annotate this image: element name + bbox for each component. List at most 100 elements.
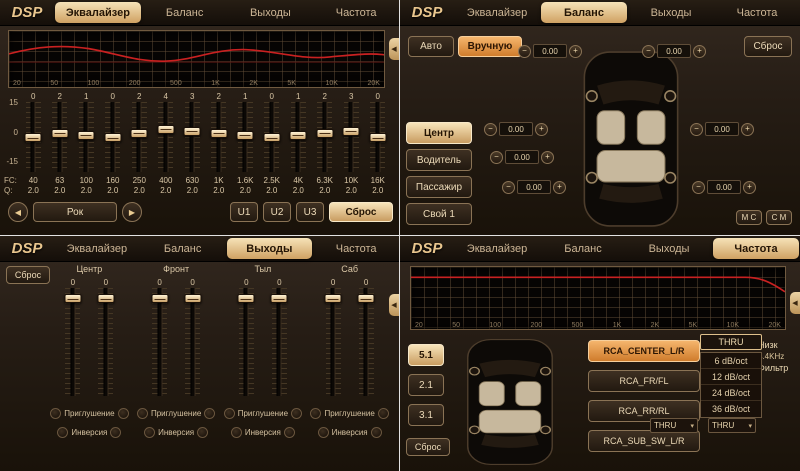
minus-button[interactable]: − [690,123,703,136]
band-slider-thumb[interactable] [184,127,201,136]
outputs-reset-button[interactable]: Сброс [6,266,50,284]
cm-button[interactable]: C M [766,210,792,225]
user-preset-button[interactable]: U2 [263,202,291,222]
band-slider-thumb[interactable] [343,127,360,136]
mute-toggle[interactable] [310,408,321,419]
freq-reset-button[interactable]: Сброс [406,438,450,456]
band-slider-track[interactable] [317,102,332,172]
plus-button[interactable]: + [553,181,566,194]
output-slider-thumb[interactable] [358,294,375,303]
tab[interactable]: Баланс [540,236,626,261]
tab[interactable]: Выходы [227,238,313,259]
band-slider-thumb[interactable] [157,125,174,134]
rca-channel-button[interactable]: RCA_SUB_SW_L/R [588,430,700,452]
tab[interactable]: Эквалайзер [454,0,540,25]
tab[interactable]: Эквалайзер [55,2,141,23]
slope-option[interactable]: 6 dB/oct [701,353,761,369]
position-button[interactable]: Пассажир [406,176,472,198]
output-slider-thumb[interactable] [184,294,201,303]
slope-option[interactable]: 36 dB/oct [701,401,761,417]
output-slider-track[interactable] [152,288,167,396]
band-slider-thumb[interactable] [25,133,42,142]
manual-button[interactable]: Вручную [458,36,522,57]
position-button[interactable]: Водитель [406,149,472,171]
band-slider-thumb[interactable] [131,129,148,138]
tab[interactable]: Частота [313,236,399,261]
mode-button[interactable]: 3.1 [408,404,444,426]
slope-select[interactable]: THRU ▾ [650,418,698,433]
inversion-toggle[interactable] [371,427,382,438]
rca-channel-button[interactable]: RCA_CENTER_L/R [588,340,700,362]
preset-button[interactable]: Рок [33,202,117,222]
auto-button[interactable]: Авто [408,36,454,57]
output-slider-track[interactable] [359,288,374,396]
user-preset-button[interactable]: U3 [296,202,324,222]
output-slider-track[interactable] [239,288,254,396]
band-slider-track[interactable] [132,102,147,172]
plus-button[interactable]: + [541,151,554,164]
mode-button[interactable]: 2.1 [408,374,444,396]
band-slider-thumb[interactable] [104,133,121,142]
minus-button[interactable]: − [484,123,497,136]
position-button[interactable]: Центр [406,122,472,144]
eq-reset-button[interactable]: Сброс [329,202,393,222]
band-slider-track[interactable] [370,102,385,172]
minus-button[interactable]: − [502,181,515,194]
rca-channel-button[interactable]: RCA_FR/FL [588,370,700,392]
band-slider-track[interactable] [52,102,67,172]
position-button[interactable]: Свой 1 [406,203,472,225]
inversion-toggle[interactable] [197,427,208,438]
tab[interactable]: Выходы [628,0,714,25]
output-slider-track[interactable] [272,288,287,396]
mute-toggle[interactable] [118,408,129,419]
band-slider-thumb[interactable] [369,133,386,142]
plus-button[interactable]: + [743,181,756,194]
tab[interactable]: Выходы [626,236,712,261]
tab[interactable]: Частота [714,0,800,25]
band-slider-thumb[interactable] [51,129,68,138]
tab[interactable]: Баланс [142,0,228,25]
inversion-toggle[interactable] [57,427,68,438]
plus-button[interactable]: + [693,45,706,58]
inversion-toggle[interactable] [231,427,242,438]
minus-button[interactable]: − [692,181,705,194]
output-slider-track[interactable] [65,288,80,396]
output-slider-thumb[interactable] [151,294,168,303]
mc-button[interactable]: M C [736,210,762,225]
tab[interactable]: Баланс [140,236,226,261]
mute-toggle[interactable] [291,408,302,419]
preset-next-button[interactable]: ▶ [122,202,142,222]
output-slider-thumb[interactable] [238,294,255,303]
band-slider-thumb[interactable] [290,131,307,140]
plus-button[interactable]: + [569,45,582,58]
inversion-toggle[interactable] [284,427,295,438]
band-slider-track[interactable] [79,102,94,172]
mute-toggle[interactable] [204,408,215,419]
slope-option[interactable]: 12 dB/oct [701,369,761,385]
tab[interactable]: Частота [313,0,399,25]
mute-toggle[interactable] [137,408,148,419]
mode-button[interactable]: 5.1 [408,344,444,366]
output-slider-thumb[interactable] [64,294,81,303]
output-slider-track[interactable] [185,288,200,396]
band-slider-track[interactable] [26,102,41,172]
tab[interactable]: Эквалайзер [454,236,540,261]
mute-toggle[interactable] [224,408,235,419]
slope-dropdown-selected[interactable]: THRU [700,334,762,350]
inversion-toggle[interactable] [144,427,155,438]
mute-toggle[interactable] [50,408,61,419]
tab[interactable]: Эквалайзер [54,236,140,261]
slope-option[interactable]: 24 dB/oct [701,385,761,401]
band-slider-track[interactable] [264,102,279,172]
output-slider-track[interactable] [326,288,341,396]
drawer-handle-icon[interactable]: ◀ [790,292,800,314]
user-preset-button[interactable]: U1 [230,202,258,222]
band-slider-thumb[interactable] [210,129,227,138]
mute-toggle[interactable] [378,408,389,419]
inversion-toggle[interactable] [318,427,329,438]
output-slider-thumb[interactable] [97,294,114,303]
slope-select[interactable]: THRU ▾ [708,418,756,433]
minus-button[interactable]: − [490,151,503,164]
tab[interactable]: Выходы [228,0,314,25]
tab[interactable]: Частота [713,238,799,259]
